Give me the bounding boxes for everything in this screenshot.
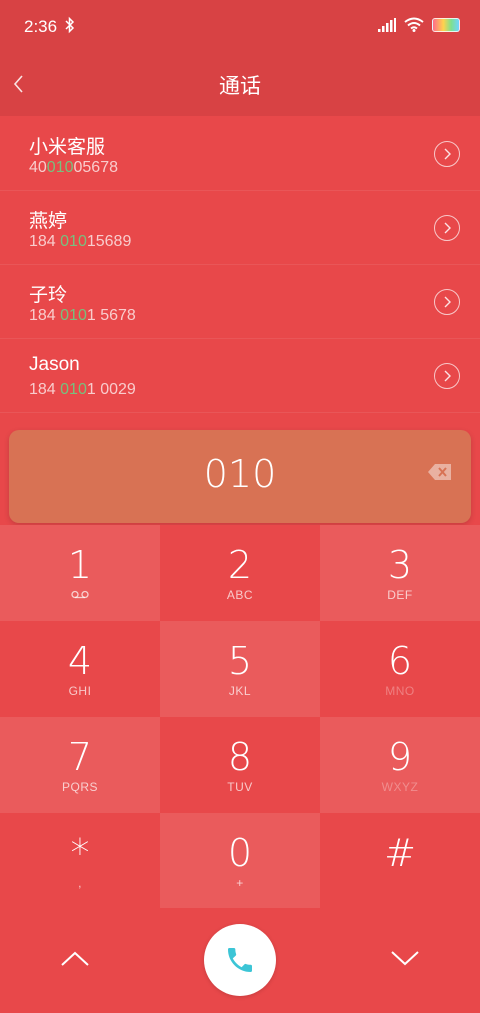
key-digit: * bbox=[70, 831, 90, 875]
key-letters: , bbox=[78, 876, 82, 890]
contact-number: 184 0101 5678 bbox=[29, 307, 136, 325]
contact-number: 184 01015689 bbox=[29, 233, 131, 251]
key-digit: 3 bbox=[387, 543, 413, 587]
dialer-bottom-bar bbox=[0, 908, 480, 1013]
number-prefix: 184 bbox=[29, 233, 61, 250]
chevron-right-icon bbox=[444, 222, 451, 234]
key-0[interactable]: 0 + bbox=[160, 813, 320, 908]
header: 通话 bbox=[0, 52, 480, 116]
number-match: 010 bbox=[46, 159, 74, 176]
contact-detail-button[interactable] bbox=[434, 289, 460, 315]
key-8[interactable]: 8 TUV bbox=[160, 717, 320, 813]
key-4[interactable]: 4 GHI bbox=[0, 621, 160, 717]
key-6[interactable]: 6 MNO bbox=[320, 621, 480, 717]
chevron-right-icon bbox=[444, 296, 451, 308]
key-star[interactable]: * , bbox=[0, 813, 160, 908]
chevron-up-icon[interactable] bbox=[60, 948, 90, 968]
voicemail-icon bbox=[71, 590, 89, 599]
key-1[interactable]: 1 bbox=[0, 525, 160, 621]
key-letters: MNO bbox=[385, 684, 415, 698]
number-prefix: 40 bbox=[29, 159, 47, 176]
call-button[interactable] bbox=[204, 924, 276, 996]
key-9[interactable]: 9 WXYZ bbox=[320, 717, 480, 813]
contact-number: 184 0101 0029 bbox=[29, 381, 136, 399]
phone-icon bbox=[228, 948, 252, 972]
key-2[interactable]: 2 ABC bbox=[160, 525, 320, 621]
number-suffix: 05678 bbox=[73, 159, 119, 176]
key-letters: TUV bbox=[227, 780, 253, 794]
key-letters: JKL bbox=[228, 684, 252, 698]
contact-detail-button[interactable] bbox=[434, 215, 460, 241]
contact-list: 小米客服 4001005678 燕婷 184 01015689 子玲 184 0… bbox=[0, 117, 480, 413]
key-digit: 9 bbox=[387, 735, 413, 779]
key-7[interactable]: 7 PQRS bbox=[0, 717, 160, 813]
contact-detail-button[interactable] bbox=[434, 141, 460, 167]
dial-input-bar: 010 bbox=[9, 430, 471, 523]
key-digit: 1 bbox=[67, 543, 93, 587]
bluetooth-icon bbox=[65, 16, 75, 34]
key-digit: 5 bbox=[227, 639, 253, 683]
number-prefix: 184 bbox=[29, 307, 61, 324]
battery-icon bbox=[432, 17, 460, 32]
key-hash[interactable]: # bbox=[320, 813, 480, 908]
contact-row[interactable]: 子玲 184 0101 5678 bbox=[0, 265, 480, 339]
dialed-number[interactable]: 010 bbox=[9, 452, 471, 496]
number-match: 010 bbox=[60, 307, 87, 324]
chevron-down-icon[interactable] bbox=[390, 948, 420, 968]
key-letters: GHI bbox=[68, 684, 92, 698]
key-digit: 2 bbox=[227, 543, 253, 587]
key-letters: DEF bbox=[387, 588, 413, 602]
chevron-right-icon bbox=[444, 148, 451, 160]
key-letters: + bbox=[236, 876, 244, 890]
contact-name: 燕婷 bbox=[29, 211, 68, 232]
status-bar: 2:36 bbox=[0, 0, 480, 52]
key-3[interactable]: 3 DEF bbox=[320, 525, 480, 621]
contact-name: 小米客服 bbox=[29, 137, 106, 158]
key-digit: 6 bbox=[387, 639, 413, 683]
contact-row[interactable]: 小米客服 4001005678 bbox=[0, 117, 480, 191]
key-letters: WXYZ bbox=[381, 780, 419, 794]
key-digit: 4 bbox=[67, 639, 93, 683]
key-5[interactable]: 5 JKL bbox=[160, 621, 320, 717]
wifi-icon bbox=[404, 17, 424, 32]
number-prefix: 184 bbox=[29, 381, 61, 398]
dial-keypad: 1 2 ABC 3 DEF 4 GHI 5 JKL 6 MNO 7 PQRS 8… bbox=[0, 525, 480, 908]
contact-number: 4001005678 bbox=[29, 159, 118, 177]
contact-detail-button[interactable] bbox=[434, 363, 460, 389]
page-title: 通话 bbox=[219, 75, 261, 98]
signal-icon bbox=[378, 17, 396, 32]
key-letters: PQRS bbox=[61, 780, 98, 794]
status-icons bbox=[378, 17, 460, 32]
contact-name: 子玲 bbox=[29, 285, 68, 306]
key-digit: 7 bbox=[67, 735, 93, 779]
number-match: 010 bbox=[60, 381, 87, 398]
contact-row[interactable]: Jason 184 0101 0029 bbox=[0, 339, 480, 413]
contact-name: Jason bbox=[29, 354, 80, 375]
contact-row[interactable]: 燕婷 184 01015689 bbox=[0, 191, 480, 265]
chevron-right-icon bbox=[444, 370, 451, 382]
number-suffix: 1 0029 bbox=[86, 381, 136, 398]
key-digit: # bbox=[384, 831, 416, 875]
key-letters: ABC bbox=[226, 588, 254, 602]
key-digit: 0 bbox=[227, 831, 253, 875]
backspace-icon[interactable] bbox=[427, 462, 453, 482]
number-suffix: 1 5678 bbox=[86, 307, 136, 324]
key-digit: 8 bbox=[227, 735, 253, 779]
number-suffix: 15689 bbox=[86, 233, 132, 250]
status-time: 2:36 bbox=[24, 17, 58, 36]
number-match: 010 bbox=[60, 233, 87, 250]
